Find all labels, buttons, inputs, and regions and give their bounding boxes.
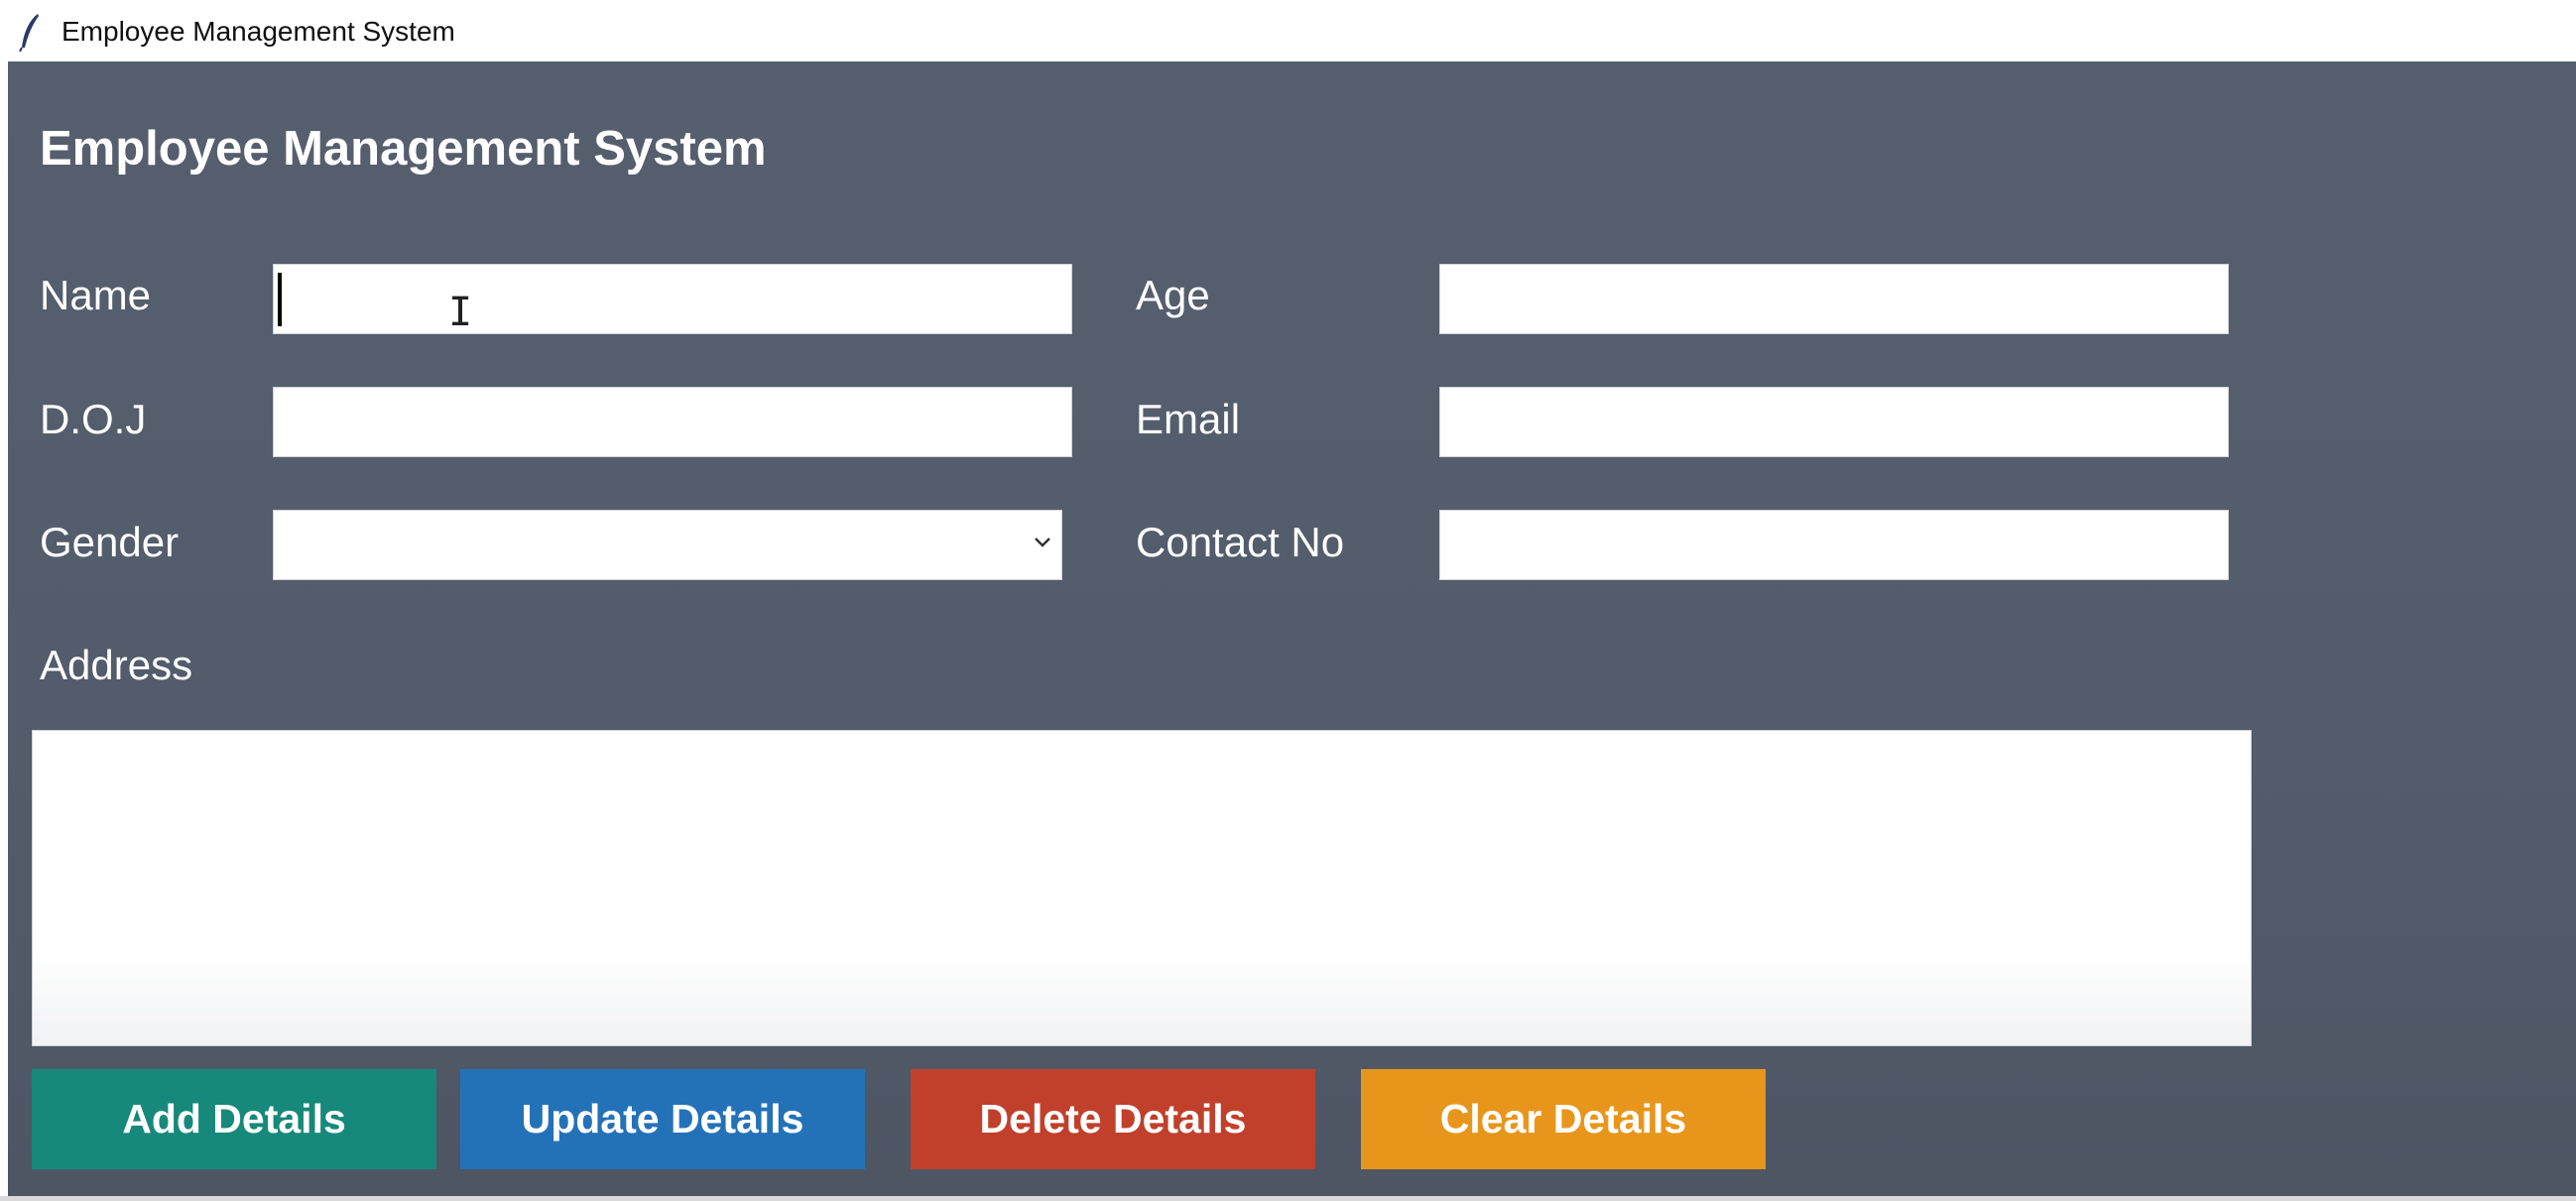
email-label: Email	[1136, 396, 1241, 442]
clear-details-button[interactable]: Clear Details	[1361, 1069, 1766, 1169]
address-label: Address	[40, 642, 193, 688]
address-textarea[interactable]	[32, 730, 2252, 1046]
feather-icon	[19, 14, 39, 52]
contact-field[interactable]	[1439, 510, 2229, 580]
window-title: Employee Management System	[61, 16, 455, 47]
gender-label: Gender	[40, 519, 180, 565]
age-field[interactable]	[1439, 264, 2229, 334]
gender-dropdown[interactable]	[273, 510, 1062, 580]
add-details-button[interactable]: Add Details	[32, 1069, 436, 1169]
ibeam-cursor-icon: I	[448, 290, 473, 335]
delete-details-button[interactable]: Delete Details	[911, 1069, 1315, 1169]
name-field[interactable]: I	[273, 264, 1072, 334]
page-title: Employee Management System	[40, 122, 767, 176]
window-bottom-edge	[0, 1196, 2576, 1201]
chevron-down-icon[interactable]	[1030, 529, 1055, 554]
app-panel: Employee Management System Name I Age D.…	[8, 61, 2576, 1196]
update-details-button[interactable]: Update Details	[460, 1069, 865, 1169]
email-field[interactable]	[1439, 387, 2229, 457]
doj-label: D.O.J	[40, 396, 147, 442]
contact-label: Contact No	[1136, 519, 1345, 565]
name-label: Name	[40, 272, 152, 318]
doj-field[interactable]	[273, 387, 1072, 457]
age-label: Age	[1136, 272, 1210, 318]
text-caret	[278, 273, 282, 326]
window-titlebar[interactable]: Employee Management System	[0, 0, 2576, 61]
